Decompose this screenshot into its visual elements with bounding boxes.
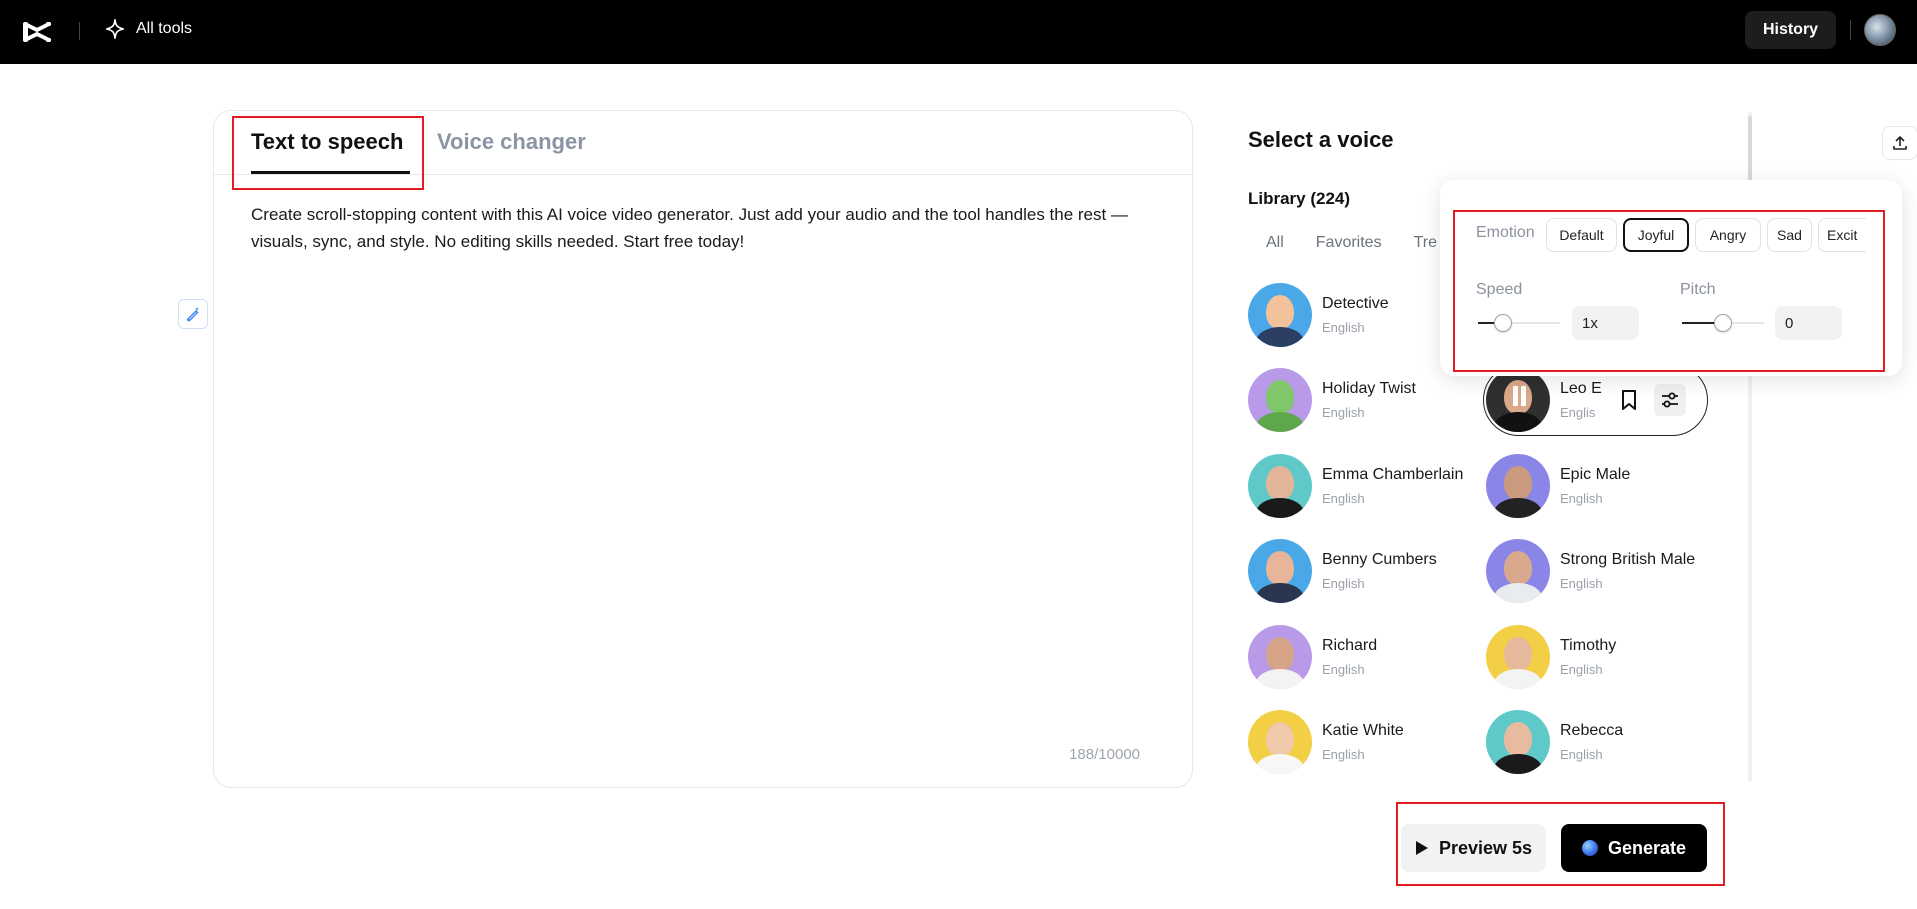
- voice-name: Benny Cumbers: [1322, 551, 1437, 569]
- voice-avatar: [1486, 710, 1550, 774]
- voice-language: English: [1560, 662, 1616, 677]
- voice-item-emma-chamberlain[interactable]: Emma Chamberlain English: [1248, 454, 1463, 518]
- voice-name: Rebecca: [1560, 722, 1623, 740]
- voice-name: Richard: [1322, 637, 1377, 655]
- voice-item-timothy[interactable]: Timothy English: [1486, 625, 1616, 689]
- voice-name: Strong British Male: [1560, 551, 1695, 569]
- highlight-box-actions: [1396, 802, 1725, 886]
- bookmark-icon[interactable]: [1620, 389, 1638, 411]
- voice-item-strong-british-male[interactable]: Strong British Male English: [1486, 539, 1695, 603]
- voice-name: Katie White: [1322, 722, 1404, 740]
- voice-language: English: [1322, 491, 1463, 506]
- voice-avatar: [1248, 710, 1312, 774]
- voice-name: Holiday Twist: [1322, 380, 1416, 398]
- capcut-logo-icon[interactable]: [22, 18, 52, 46]
- topbar-divider: [79, 22, 80, 40]
- voice-avatar: [1248, 454, 1312, 518]
- voice-avatar: [1486, 539, 1550, 603]
- upload-voice-button[interactable]: [1882, 126, 1917, 160]
- voice-name: Detective: [1322, 295, 1389, 313]
- filter-all[interactable]: All: [1266, 234, 1284, 252]
- voice-avatar: [1248, 539, 1312, 603]
- upload-icon: [1891, 134, 1909, 152]
- topbar-divider-right: [1850, 20, 1851, 40]
- voice-filter-tabs: All Favorites Tre: [1266, 234, 1437, 252]
- magic-pen-icon: [184, 305, 202, 323]
- voice-language: English: [1560, 491, 1630, 506]
- voice-avatar: [1248, 368, 1312, 432]
- voice-language: English: [1322, 320, 1389, 335]
- filter-favorites[interactable]: Favorites: [1316, 234, 1382, 252]
- voice-avatar: [1248, 283, 1312, 347]
- voice-item-rebecca[interactable]: Rebecca English: [1486, 710, 1623, 774]
- voice-language: English: [1322, 662, 1377, 677]
- highlight-box-tab: [232, 116, 424, 190]
- voice-name: Leo E: [1560, 380, 1602, 398]
- voice-avatar: [1486, 625, 1550, 689]
- voice-item-richard[interactable]: Richard English: [1248, 625, 1377, 689]
- voice-language: English: [1322, 747, 1404, 762]
- voice-name: Timothy: [1560, 637, 1616, 655]
- voice-item-detective[interactable]: Detective English: [1248, 283, 1389, 347]
- sliders-icon: [1660, 390, 1680, 410]
- voice-settings-button[interactable]: [1654, 384, 1686, 416]
- voice-avatar: [1486, 454, 1550, 518]
- library-title: Library (224): [1248, 189, 1350, 209]
- voice-item-katie-white[interactable]: Katie White English: [1248, 710, 1404, 774]
- pause-icon[interactable]: [1510, 386, 1528, 408]
- voice-language: Englis: [1560, 405, 1602, 420]
- voice-avatar: [1248, 625, 1312, 689]
- voice-name: Epic Male: [1560, 466, 1630, 484]
- highlight-box-settings: [1453, 210, 1885, 372]
- voice-language: English: [1322, 576, 1437, 591]
- voice-language: English: [1560, 576, 1695, 591]
- filter-trending[interactable]: Tre: [1414, 234, 1437, 252]
- user-avatar[interactable]: [1864, 14, 1896, 46]
- character-counter: 188/10000: [1069, 746, 1140, 763]
- voice-item-benny-cumbers[interactable]: Benny Cumbers English: [1248, 539, 1437, 603]
- top-bar: All tools History: [0, 0, 1917, 64]
- ai-rewrite-button[interactable]: [178, 299, 208, 329]
- voice-item-leo[interactable]: Leo E Englis: [1486, 368, 1602, 432]
- voice-language: English: [1560, 747, 1623, 762]
- history-button[interactable]: History: [1745, 11, 1836, 49]
- script-textarea[interactable]: Create scroll-stopping content with this…: [251, 201, 1151, 255]
- all-tools-button[interactable]: All tools: [104, 18, 192, 40]
- select-voice-title: Select a voice: [1248, 127, 1394, 153]
- voice-item-holiday-twist[interactable]: Holiday Twist English: [1248, 368, 1416, 432]
- tab-voice-changer[interactable]: Voice changer: [437, 129, 586, 155]
- voice-name: Emma Chamberlain: [1322, 466, 1463, 484]
- sparkle-icon: [104, 18, 126, 40]
- voice-language: English: [1322, 405, 1416, 420]
- voice-item-epic-male[interactable]: Epic Male English: [1486, 454, 1630, 518]
- all-tools-label: All tools: [136, 20, 192, 38]
- text-editor-card: Text to speech Voice changer Create scro…: [213, 110, 1193, 788]
